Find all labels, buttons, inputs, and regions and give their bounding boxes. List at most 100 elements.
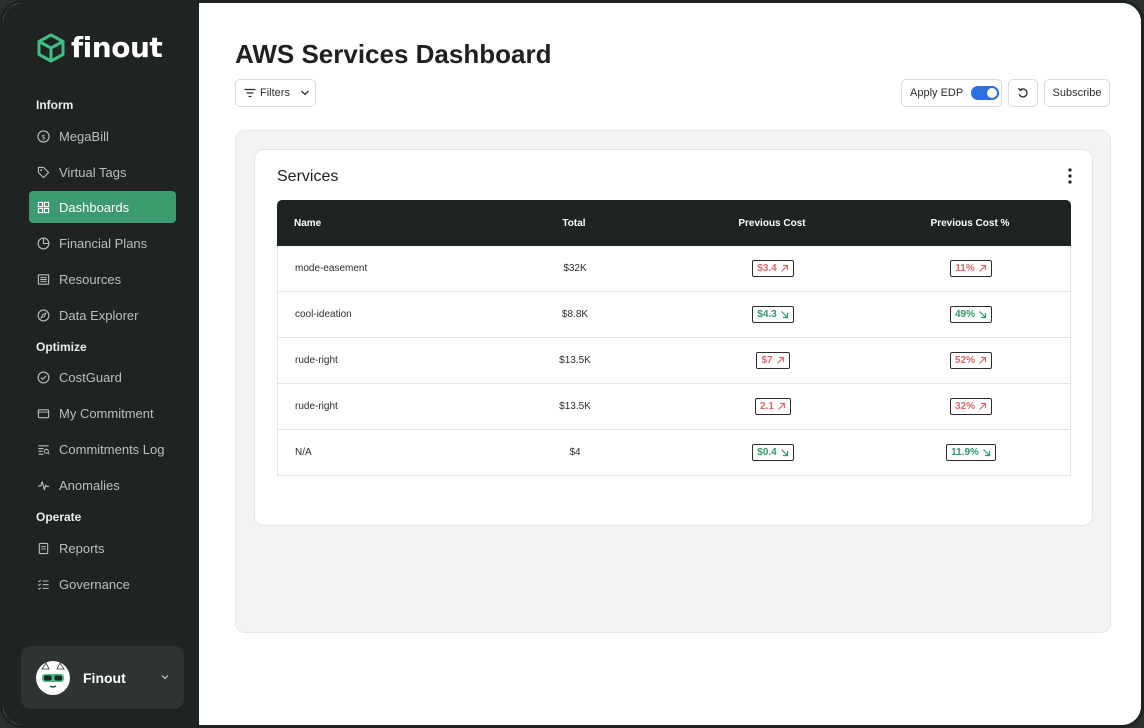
arrow-up-right-icon (978, 264, 986, 272)
apply-edp-label: Apply EDP (910, 87, 964, 99)
chevron-down-icon (300, 90, 309, 96)
column-header-previous-cost-pct[interactable]: Previous Cost % (871, 218, 1069, 229)
previous-cost-pct-badge: 49% (949, 306, 992, 323)
cell-total: $13.5K (559, 355, 591, 366)
table-row[interactable]: N/A $4 $0.4 11.9% (277, 430, 1071, 476)
sidebar-item-label: MegaBill (59, 128, 109, 144)
previous-cost-pct-value: 11.9% (951, 447, 979, 458)
apply-edp-toggle[interactable] (971, 86, 1000, 100)
refresh-button[interactable] (1008, 79, 1038, 107)
finout-logo-icon (37, 33, 65, 62)
previous-cost-value: $7 (761, 355, 773, 366)
sidebar-item-financial-plans[interactable]: Financial Plans (29, 227, 176, 259)
wallet-icon (37, 408, 50, 418)
filters-label: Filters (260, 87, 290, 99)
column-header-total[interactable]: Total (475, 218, 673, 229)
cell-previous-cost-pct: 49% (872, 306, 1070, 323)
pulse-icon (37, 480, 50, 490)
sidebar-item-label: My Commitment (59, 405, 154, 421)
cell-previous-cost: $4.3 (674, 306, 872, 323)
brand-logo[interactable]: finout (35, 31, 163, 64)
sidebar-item-label: Reports (59, 540, 105, 556)
sidebar-item-label: Financial Plans (59, 235, 148, 251)
sidebar-item-costguard[interactable]: CostGuard (29, 361, 176, 393)
pie-icon (37, 237, 50, 249)
apply-edp-control[interactable]: Apply EDP (901, 79, 1002, 107)
sidebar-item-label: CostGuard (59, 369, 122, 385)
sidebar-item-data-explorer[interactable]: Data Explorer (29, 299, 176, 331)
cell-previous-cost-pct: 11% (872, 260, 1070, 277)
sidebar-item-anomalies[interactable]: Anomalies (29, 469, 176, 501)
column-header-previous-cost[interactable]: Previous Cost (673, 218, 871, 229)
sidebar-item-dashboards[interactable]: Dashboards (29, 191, 176, 223)
cell-name: mode-easement (295, 263, 368, 274)
arrow-up-right-icon (776, 356, 784, 364)
table-row[interactable]: rude-right $13.5K 2.1 32% (277, 384, 1071, 430)
sidebar: finout Inform $ MegaBill Virtual Tags Da… (3, 3, 199, 725)
arrow-down-right-icon (979, 311, 987, 319)
previous-cost-pct-value: 11% (955, 263, 975, 274)
widget-title: Services (277, 168, 339, 185)
previous-cost-pct-value: 32% (954, 401, 975, 412)
chevron-down-icon (161, 675, 169, 680)
cell-name: N/A (295, 447, 312, 458)
previous-cost-pct-badge: 52% (949, 352, 992, 369)
arrow-up-right-icon (979, 402, 987, 410)
table-header: Name Total Previous Cost Previous Cost % (277, 200, 1071, 246)
tag-icon (37, 166, 50, 178)
svg-text:$: $ (41, 132, 46, 141)
dashboard-canvas: Services Name Total Previous Cost Previo… (235, 130, 1111, 633)
cell-previous-cost-pct: 52% (872, 352, 1070, 369)
filter-icon (244, 88, 256, 98)
avatar (36, 660, 70, 695)
cell-total: $8.8K (561, 309, 589, 320)
previous-cost-badge: $4.3 (752, 306, 794, 323)
cell-name: cool-ideation (295, 309, 352, 320)
sidebar-item-label: Resources (59, 271, 122, 287)
list-box-icon (37, 273, 50, 285)
sidebar-item-commitments-log[interactable]: Commitments Log (29, 433, 176, 465)
column-header-name[interactable]: Name (277, 218, 475, 229)
sidebar-item-resources[interactable]: Resources (29, 263, 176, 295)
subscribe-button[interactable]: Subscribe (1044, 79, 1110, 107)
previous-cost-pct-value: 49% (954, 309, 975, 320)
filters-button[interactable]: Filters (235, 79, 316, 107)
sidebar-item-label: Governance (59, 576, 130, 592)
sidebar-item-label: Dashboards (59, 199, 130, 215)
sidebar-item-label: Anomalies (59, 477, 120, 493)
page-title: AWS Services Dashboard (235, 39, 552, 69)
arrow-up-right-icon (778, 402, 786, 410)
cell-total: $4 (569, 447, 581, 458)
more-options-icon[interactable] (1068, 168, 1072, 184)
cell-name: rude-right (295, 401, 338, 412)
sidebar-item-reports[interactable]: Reports (29, 532, 176, 564)
app-window: finout Inform $ MegaBill Virtual Tags Da… (0, 0, 1144, 728)
previous-cost-value: 2.1 (760, 401, 774, 412)
sidebar-item-governance[interactable]: Governance (29, 568, 176, 600)
user-menu[interactable]: Finout (21, 646, 184, 709)
report-icon (38, 542, 49, 554)
previous-cost-badge: $7 (756, 352, 790, 369)
section-title-inform: Inform (36, 98, 74, 112)
brand-name: finout (71, 31, 163, 64)
previous-cost-pct-badge: 32% (949, 398, 992, 415)
dollar-circle-icon: $ (37, 129, 50, 143)
cell-total: $32K (563, 263, 587, 274)
sidebar-item-my-commitment[interactable]: My Commitment (29, 397, 176, 429)
previous-cost-pct-value: 52% (954, 355, 975, 366)
services-widget: Services Name Total Previous Cost Previo… (254, 149, 1093, 526)
table-row[interactable]: rude-right $13.5K $7 52% (277, 338, 1071, 384)
table-row[interactable]: mode-easement $32K $3.4 11% (277, 246, 1071, 292)
sidebar-item-virtual-tags[interactable]: Virtual Tags (29, 156, 176, 188)
table-row[interactable]: cool-ideation $8.8K $4.3 49% (277, 292, 1071, 338)
previous-cost-pct-badge: 11.9% (946, 444, 996, 461)
previous-cost-pct-badge: 11% (950, 260, 992, 277)
arrow-up-right-icon (780, 264, 788, 272)
arrow-down-right-icon (780, 449, 788, 457)
arrow-down-right-icon (780, 311, 788, 319)
log-icon (38, 444, 50, 455)
cell-previous-cost: $7 (674, 352, 872, 369)
arrow-up-right-icon (979, 356, 987, 364)
sidebar-item-label: Commitments Log (59, 441, 165, 457)
sidebar-item-megabill[interactable]: $ MegaBill (29, 120, 176, 152)
